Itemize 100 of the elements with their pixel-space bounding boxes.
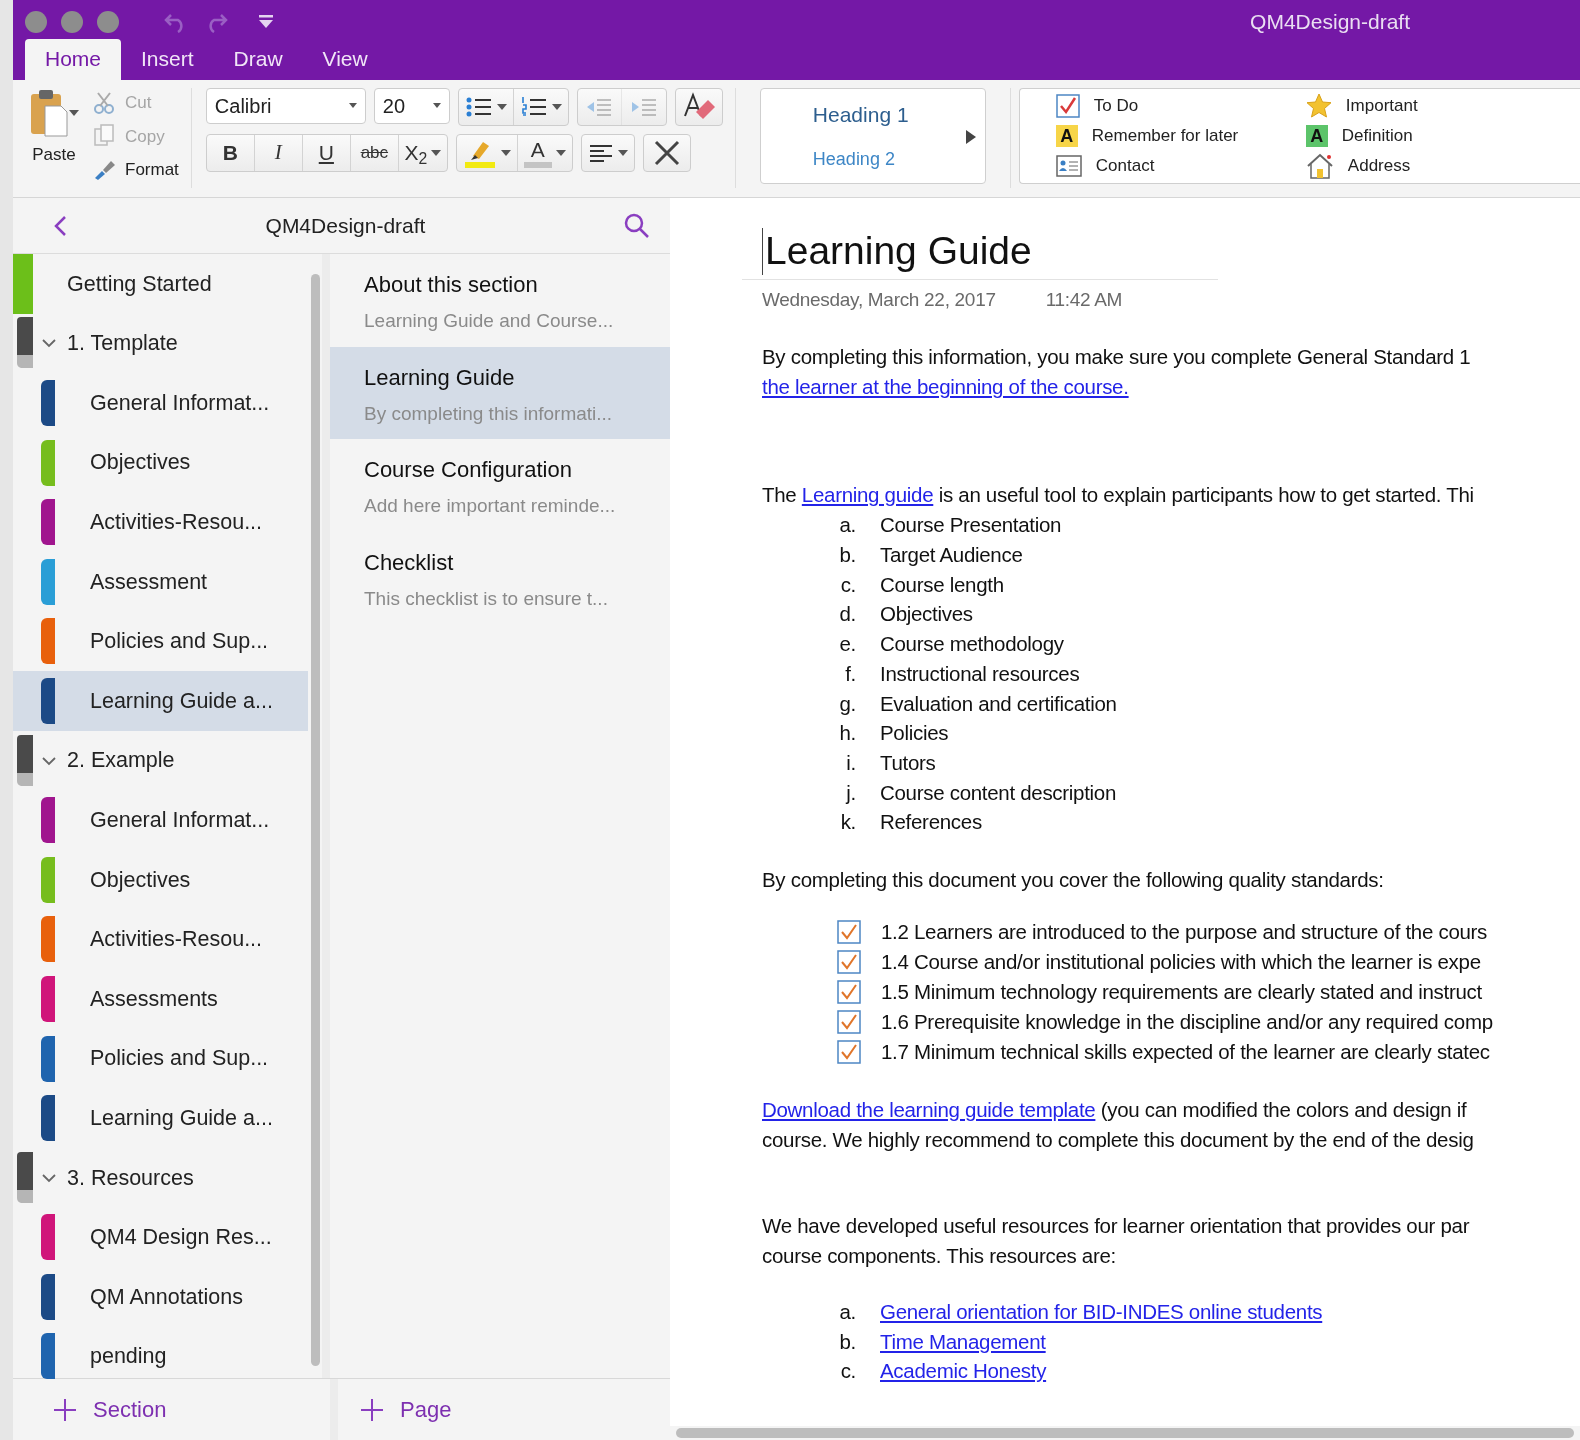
style-option[interactable]: Heading 2 [812,146,965,174]
ribbon-tab[interactable]: View [302,38,388,80]
list-item: Policies [880,720,949,747]
tag-option[interactable]: Important [1305,93,1526,119]
strike-button[interactable]: abc [350,135,399,171]
checked-checkbox-icon[interactable] [837,980,861,1005]
checklist-item: 1.7 Minimum technical skills expected of the learner are clearly statec [881,1039,1490,1066]
list-marker: f. [844,660,857,687]
list-marker: i. [845,749,857,776]
search-button[interactable] [624,212,650,239]
italic-button[interactable]: I [254,135,303,171]
subscript-button[interactable]: X$_{2}$ [398,135,447,171]
format-button[interactable]: Format [93,155,179,185]
triangle-right-icon [964,129,977,144]
section-tab[interactable]: Learning Guide a... [33,1088,308,1148]
checked-checkbox-icon[interactable] [837,1040,861,1065]
link[interactable]: Learning guide [801,483,934,507]
font-name-dropdown[interactable]: Calibri [205,88,366,124]
page-item[interactable]: About this section Learning Guide and Course... [330,254,670,347]
section-tab[interactable]: General Informat... [33,790,308,850]
scissors-icon [93,90,117,115]
font-size-dropdown[interactable]: 20 [373,88,450,124]
section-tab[interactable]: Policies and Sup... [33,1028,308,1089]
window-control-button[interactable] [61,11,83,33]
back-button[interactable] [53,213,67,238]
list-item: Course length [880,571,1004,598]
section-tab[interactable]: Objectives [33,849,308,910]
caret-icon [69,110,79,116]
section-tab[interactable]: Activities-Resou... [33,492,308,552]
page-item[interactable]: Checklist This checklist is to ensure t... [330,531,670,625]
tag-option[interactable]: A Remember for later [1055,123,1306,149]
section-group[interactable]: 1. Template [33,313,308,374]
section-tab[interactable]: Objectives [33,432,308,493]
paste-button[interactable]: Paste [25,88,93,188]
paragraph: We have developed useful resources for learner orientation that provides our par course components. This resources are: [762,1213,1471,1270]
window-title: QM4Design-draft [1250,9,1410,36]
ribbon-tab[interactable]: Home [25,38,122,80]
scrollbar[interactable] [676,1428,1574,1438]
list-marker: h. [838,720,857,747]
bold-button[interactable]: B [206,135,255,171]
section-tab[interactable]: Policies and Sup... [33,611,308,672]
section-tab[interactable]: Getting Started [33,254,308,314]
plus-icon [53,1397,77,1422]
caret-icon [551,104,562,110]
list-marker: e. [838,631,857,658]
tag-option[interactable]: Address [1305,153,1526,179]
checked-checkbox-icon[interactable] [837,920,861,945]
section-group[interactable]: 3. Resources [33,1147,308,1208]
checklist-item: 1.5 Minimum technology requirements are clearly stated and instruct [881,979,1482,1006]
plus-icon [360,1397,384,1422]
checked-checkbox-icon[interactable] [837,1010,861,1035]
list-item: Instructional resources [880,660,1080,687]
list-item: Tutors [880,749,936,776]
tag-option[interactable]: Contact [1055,153,1306,179]
link[interactable]: Download the learning guide template [762,1098,1096,1122]
chevron-left-icon [53,215,67,238]
checked-checkbox-icon[interactable] [837,950,861,975]
paragraph: By completing this information, you make sure you complete General Standard 1 the learner at the beginning of the course. [762,344,1472,401]
paragraph: By completing this document you cover the following quality standards: [762,867,1385,894]
window-control-button[interactable] [97,11,119,33]
page-item[interactable]: Learning Guide By completing this informati... [330,346,670,440]
house-icon [1305,153,1334,179]
window-control-button[interactable] [25,11,47,33]
section-tab[interactable]: Assessment [33,551,308,612]
section-tab[interactable]: QM Annotations [33,1267,308,1327]
clipboard-icon [29,88,69,138]
add-page-button[interactable]: Page [338,1379,452,1440]
numbering-icon [519,95,548,119]
section-tab[interactable]: General Informat... [33,373,308,433]
style-option[interactable]: Heading 1 [812,98,965,131]
underline-button[interactable]: U [302,135,351,171]
section-tab[interactable]: Activities-Resou... [33,909,308,970]
tag-option[interactable]: A Definition [1305,123,1526,149]
link[interactable]: General orientation for BID-INDES online students [880,1297,1323,1327]
clear-formatting-button[interactable] [674,88,723,126]
section-group[interactable]: 2. Example [33,730,308,791]
checklist-item: 1.2 Learners are introduced to the purpose and structure of the cours [881,919,1488,946]
star-icon [1305,93,1332,119]
add-section-button[interactable]: Section [13,1379,338,1440]
link[interactable]: Academic Honesty [880,1356,1047,1387]
section-tab[interactable]: QM4 Design Res... [33,1207,308,1268]
customize-toolbar-icon[interactable] [257,14,275,30]
list-item: Target Audience [880,542,1023,568]
caret-icon [617,150,628,156]
checklist-item: 1.4 Course and/or institutional policies with which the learner is expe [881,949,1481,976]
delete-button[interactable] [642,134,691,172]
page-title[interactable]: Learning Guide [762,228,1032,275]
ribbon-tab[interactable]: Insert [121,38,214,80]
caret-icon [431,150,442,156]
page-item[interactable]: Course Configuration Add here important reminde... [330,439,670,532]
tag-option[interactable]: To Do [1055,93,1306,119]
section-tab[interactable]: Assessments [33,969,308,1029]
ribbon-tab[interactable]: Draw [213,38,303,80]
link[interactable]: Time Management [880,1326,1046,1357]
link[interactable]: the learner at the beginning of the course. [762,375,1129,399]
list-marker: b. [838,542,857,568]
caret-icon [496,104,507,110]
list-marker: a. [838,512,857,539]
list-item: References [880,809,982,836]
scrollbar[interactable] [310,274,320,1366]
